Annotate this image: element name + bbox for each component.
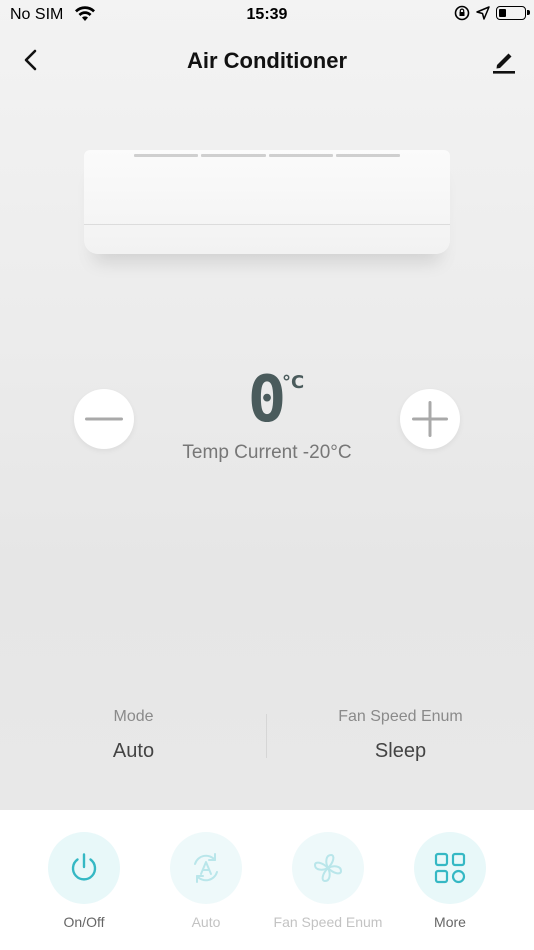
auto-mode-button[interactable]: Auto (146, 832, 266, 930)
mode-label: Mode (113, 708, 154, 725)
power-icon (71, 853, 97, 881)
fan-icon (314, 854, 342, 882)
mode-info[interactable]: Mode Auto (6, 704, 261, 763)
orientation-lock-icon (454, 5, 470, 21)
on-off-button[interactable]: On/Off (24, 832, 144, 930)
more-label: More (434, 914, 466, 930)
battery-icon (496, 6, 530, 20)
on-off-label: On/Off (63, 914, 105, 930)
battery-cap (527, 10, 530, 15)
auto-mode-label: Auto (191, 914, 221, 930)
current-temperature-label: Temp Current -20°C (182, 442, 352, 463)
more-button[interactable]: More (390, 832, 510, 930)
fan-speed-label-bottom: Fan Speed Enum (273, 914, 383, 930)
more-circle (414, 832, 486, 904)
auto-mode-circle (170, 832, 242, 904)
fan-speed-circle (292, 832, 364, 904)
fan-speed-button[interactable]: Fan Speed Enum (268, 832, 388, 930)
on-off-circle (48, 832, 120, 904)
status-icons (454, 5, 530, 21)
status-bar: No SIM 15:39 (0, 0, 534, 32)
increase-temp-button[interactable] (400, 389, 460, 449)
plus-icon (412, 401, 448, 437)
fan-speed-value: Sleep (374, 740, 427, 762)
grid-icon (434, 852, 466, 884)
ac-body (84, 150, 450, 254)
mode-value: Auto (112, 740, 155, 762)
temperature-unit: °C (282, 372, 305, 393)
ac-vents (134, 154, 400, 157)
location-arrow-icon (476, 6, 490, 20)
battery-fill (499, 9, 506, 17)
ac-unit-illustration (84, 150, 450, 254)
nav-bar: Air Conditioner (0, 38, 534, 82)
page-title: Air Conditioner (186, 48, 348, 73)
fan-speed-label: Fan Speed Enum (338, 708, 463, 725)
bottom-action-bar: On/Off Auto Fan Speed Enum More (0, 810, 534, 950)
status-info-row: Mode Auto Fan Speed Enum Sleep (0, 704, 534, 774)
ac-panel-line (84, 224, 450, 225)
edit-pencil-icon[interactable] (490, 46, 518, 74)
auto-mode-icon (194, 853, 218, 883)
fan-speed-info[interactable]: Fan Speed Enum Sleep (267, 704, 534, 763)
